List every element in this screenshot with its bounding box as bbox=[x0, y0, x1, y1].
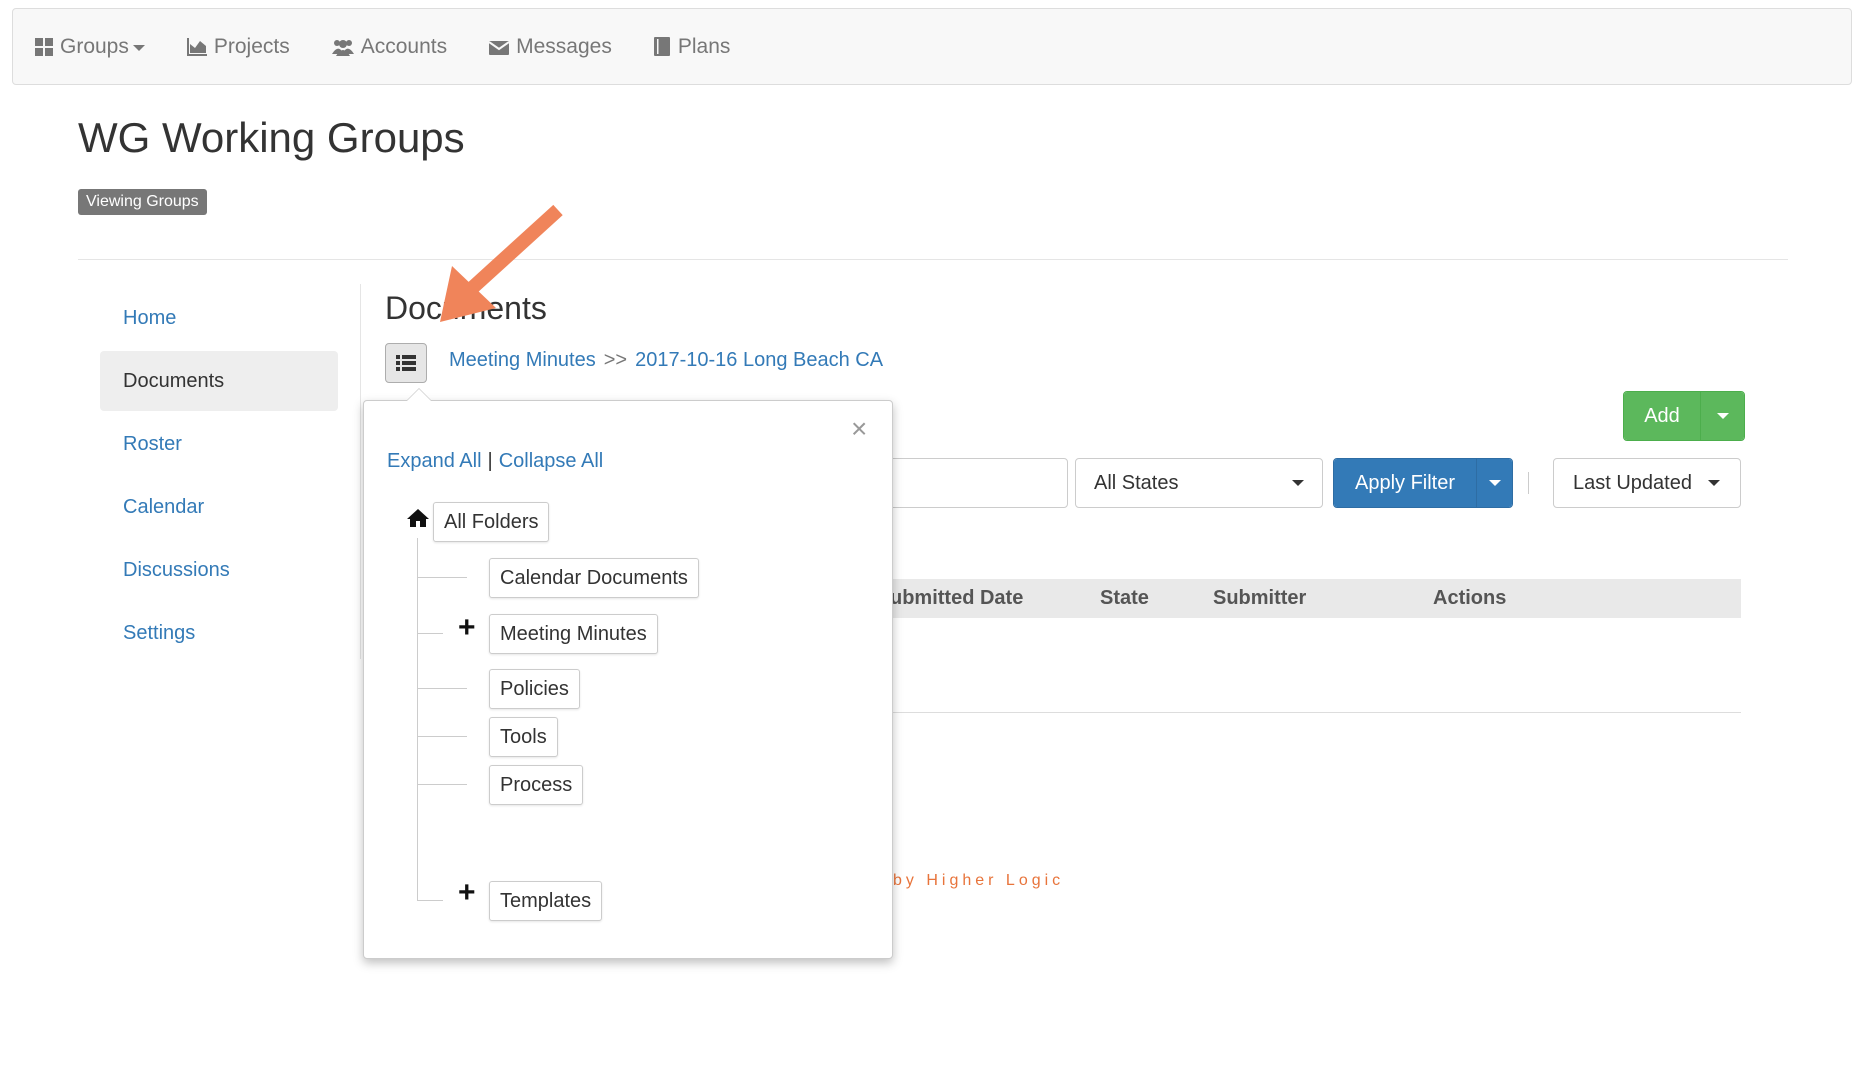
book-icon bbox=[653, 37, 670, 56]
sidebar-item-settings[interactable]: Settings bbox=[100, 603, 338, 663]
tree-connector bbox=[417, 633, 443, 634]
tree-connector bbox=[417, 688, 467, 689]
tree-controls-separator: | bbox=[487, 450, 493, 472]
folder-tools[interactable]: Tools bbox=[489, 717, 558, 757]
popover-arrow bbox=[406, 388, 432, 401]
sidebar-nav: Home Documents Roster Calendar Discussio… bbox=[100, 288, 338, 666]
caret-down-icon bbox=[1292, 480, 1304, 486]
caret-down-icon bbox=[1708, 480, 1720, 486]
folder-policies[interactable]: Policies bbox=[489, 669, 580, 709]
sidebar-item-documents[interactable]: Documents bbox=[100, 351, 338, 411]
state-filter-select[interactable]: All States bbox=[1075, 458, 1323, 508]
nav-projects[interactable]: Projects bbox=[186, 34, 290, 59]
grid-icon bbox=[35, 37, 53, 56]
nav-messages-label: Messages bbox=[516, 34, 612, 58]
nav-accounts[interactable]: Accounts bbox=[331, 34, 448, 59]
caret-down-icon bbox=[1716, 413, 1729, 419]
sort-select[interactable]: Last Updated bbox=[1553, 458, 1741, 508]
table-bottom-border bbox=[860, 712, 1741, 713]
folder-calendar-documents[interactable]: Calendar Documents bbox=[489, 558, 699, 598]
annotation-arrow-icon bbox=[440, 204, 563, 322]
nav-plans[interactable]: Plans bbox=[653, 34, 731, 59]
column-header-state[interactable]: State bbox=[1100, 587, 1149, 610]
apply-filter-dropdown-toggle[interactable] bbox=[1476, 459, 1512, 507]
sidebar-item-roster[interactable]: Roster bbox=[100, 414, 338, 474]
breadcrumb-current-link[interactable]: 2017-10-16 Long Beach CA bbox=[635, 349, 883, 372]
toolbar-divider bbox=[1528, 472, 1529, 494]
close-icon[interactable]: × bbox=[851, 415, 867, 443]
tree-connector-vertical bbox=[417, 538, 418, 900]
chevron-down-icon bbox=[132, 44, 145, 51]
users-icon bbox=[331, 39, 354, 56]
list-icon bbox=[396, 355, 416, 371]
add-button[interactable]: Add bbox=[1624, 392, 1700, 440]
column-header-submitter[interactable]: Submitter bbox=[1213, 587, 1306, 610]
envelope-icon bbox=[489, 40, 510, 55]
status-badge: Viewing Groups bbox=[78, 189, 207, 215]
tree-connector bbox=[417, 577, 467, 578]
folder-tree-toggle-button[interactable] bbox=[385, 343, 427, 383]
add-dropdown-toggle[interactable] bbox=[1700, 392, 1744, 440]
folder-root-all-folders[interactable]: All Folders bbox=[433, 502, 550, 542]
nav-plans-label: Plans bbox=[677, 34, 731, 58]
breadcrumb-parent-link[interactable]: Meeting Minutes bbox=[449, 349, 596, 372]
folder-templates[interactable]: Templates bbox=[489, 881, 603, 921]
tree-connector bbox=[417, 784, 467, 785]
column-header-actions: Actions bbox=[1433, 587, 1507, 609]
page-title: WG Working Groups bbox=[78, 114, 465, 161]
nav-projects-label: Projects bbox=[213, 34, 290, 58]
nav-accounts-label: Accounts bbox=[360, 34, 448, 58]
sidebar-item-discussions[interactable]: Discussions bbox=[100, 540, 338, 600]
sidebar-item-calendar[interactable]: Calendar bbox=[100, 477, 338, 537]
breadcrumb: Meeting Minutes >> 2017-10-16 Long Beach… bbox=[449, 349, 883, 372]
collapse-all-link[interactable]: Collapse All bbox=[499, 450, 604, 473]
sidebar-item-home[interactable]: Home bbox=[100, 288, 338, 348]
tree-controls: Expand All | Collapse All bbox=[387, 450, 603, 473]
caret-down-icon bbox=[1488, 480, 1501, 486]
expand-plus-icon[interactable]: + bbox=[458, 878, 476, 908]
documents-table-header: ubmitted Date State Submitter Actions bbox=[860, 579, 1741, 618]
nav-groups-label: Groups bbox=[60, 34, 129, 58]
breadcrumb-separator: >> bbox=[603, 349, 628, 371]
add-button-group: Add bbox=[1623, 391, 1745, 441]
home-icon bbox=[407, 509, 429, 527]
apply-filter-button[interactable]: Apply Filter bbox=[1334, 459, 1476, 507]
folder-tree-popover: × Expand All | Collapse All All Folders … bbox=[363, 388, 893, 959]
expand-plus-icon[interactable]: + bbox=[458, 613, 476, 643]
folder-meeting-minutes[interactable]: Meeting Minutes bbox=[489, 614, 658, 654]
tree-connector bbox=[417, 900, 443, 901]
top-navbar: Groups Projects Accounts Messages Plans bbox=[12, 8, 1852, 85]
folder-process[interactable]: Process bbox=[489, 765, 584, 805]
apply-filter-button-group: Apply Filter bbox=[1333, 458, 1513, 508]
nav-groups[interactable]: Groups bbox=[35, 35, 145, 59]
nav-messages[interactable]: Messages bbox=[489, 35, 612, 59]
footer-credit: by Higher Logic bbox=[893, 872, 1065, 889]
header-divider bbox=[78, 259, 1788, 260]
expand-all-link[interactable]: Expand All bbox=[387, 450, 482, 473]
sort-value: Last Updated bbox=[1573, 471, 1692, 494]
sidebar-divider bbox=[360, 284, 361, 659]
state-filter-value: All States bbox=[1094, 471, 1179, 494]
column-header-submitted-date[interactable]: ubmitted Date bbox=[890, 587, 1023, 610]
chart-icon bbox=[186, 37, 207, 56]
tree-connector bbox=[417, 736, 467, 737]
